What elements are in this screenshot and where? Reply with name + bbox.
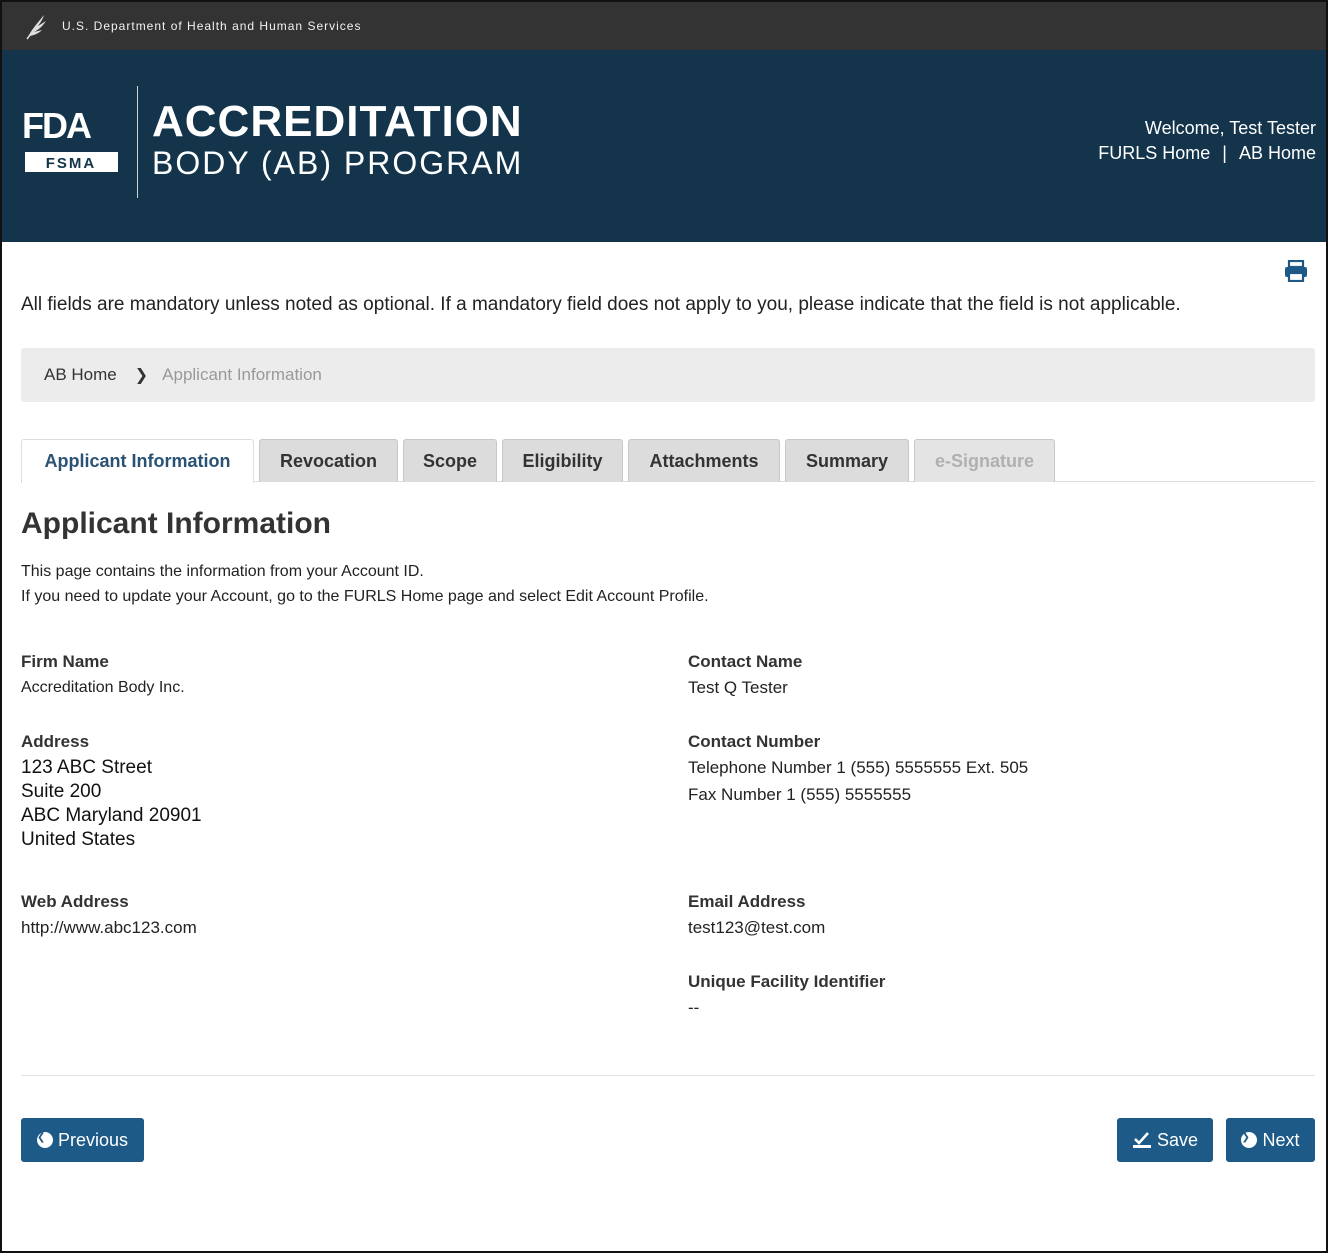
tab-e-signature: e-Signature (914, 439, 1055, 482)
contact-number-label: Contact Number (688, 732, 821, 751)
page-description: This page contains the information from … (21, 559, 709, 609)
tab-scope[interactable]: Scope (403, 439, 497, 482)
hhs-eagle-icon (26, 15, 46, 40)
application-tabs: Applicant Information Revocation Scope E… (21, 439, 1315, 483)
program-banner: FDA FSMA ACCREDITATION BODY (AB) PROGRAM… (2, 50, 1326, 242)
furls-home-link[interactable]: FURLS Home (1098, 143, 1210, 163)
unique-facility-identifier-label: Unique Facility Identifier (688, 972, 886, 991)
circle-chevron-right-icon: ❯ (1241, 1132, 1258, 1148)
next-button-label: Next (1262, 1129, 1300, 1150)
department-name: U.S. Department of Health and Human Serv… (62, 19, 362, 33)
print-icon[interactable] (1284, 260, 1308, 282)
fax-value: Fax Number 1 (555) 5555555 (688, 785, 912, 804)
previous-button[interactable]: ❮ Previous (21, 1118, 144, 1162)
header-links: FURLS Home | AB Home (1098, 141, 1316, 166)
tab-eligibility[interactable]: Eligibility (502, 439, 623, 482)
logo-fda-text: FDA (22, 106, 92, 146)
previous-button-label: Previous (57, 1129, 129, 1150)
breadcrumb-current: Applicant Information (162, 365, 322, 384)
email-address-label: Email Address (688, 892, 806, 911)
welcome-message: Welcome, Test Tester (1144, 118, 1316, 138)
web-address-value: http://www.abc123.com (21, 918, 197, 937)
telephone-value: Telephone Number 1 (555) 5555555 Ext. 50… (688, 758, 1029, 777)
save-button-label: Save (1156, 1129, 1199, 1150)
tab-summary[interactable]: Summary (785, 439, 909, 482)
tab-applicant-information[interactable]: Applicant Information (21, 439, 254, 483)
description-line-1: This page contains the information from … (21, 563, 424, 580)
next-button[interactable]: ❯ Next (1226, 1118, 1315, 1162)
circle-chevron-left-icon: ❮ (36, 1132, 53, 1148)
save-button[interactable]: Save (1117, 1118, 1213, 1162)
address-line: 123 ABC Street (21, 757, 152, 778)
program-title-line2: BODY (AB) PROGRAM (152, 145, 524, 181)
fda-fsma-logo: FDA FSMA (22, 106, 118, 172)
web-address-label: Web Address (21, 892, 129, 911)
program-title-line1: ACCREDITATION (152, 97, 523, 146)
unique-facility-identifier-value: -- (688, 998, 700, 1017)
logo-fsma-text: FSMA (46, 155, 97, 172)
address-value: 123 ABC Street Suite 200 ABC Maryland 20… (21, 756, 202, 852)
address-label: Address (21, 732, 90, 751)
address-line: Suite 200 (21, 781, 102, 802)
header-link-separator: | (1222, 143, 1227, 163)
firm-name-label: Firm Name (21, 652, 109, 671)
tab-revocation[interactable]: Revocation (259, 439, 398, 482)
banner-divider (137, 86, 138, 198)
ab-home-link[interactable]: AB Home (1239, 143, 1316, 163)
chevron-right-icon: ❯ (134, 367, 149, 384)
address-line: United States (21, 829, 136, 850)
hhs-top-bar: U.S. Department of Health and Human Serv… (2, 2, 1326, 50)
description-line-2: If you need to update your Account, go t… (21, 588, 709, 605)
check-save-icon (1132, 1132, 1151, 1148)
breadcrumb: AB Home ❯ Applicant Information (21, 348, 1315, 402)
email-address-value: test123@test.com (688, 918, 826, 937)
page-title: Applicant Information (21, 507, 331, 540)
address-line: ABC Maryland 20901 (21, 805, 202, 826)
breadcrumb-ab-home[interactable]: AB Home (44, 365, 117, 385)
tab-attachments[interactable]: Attachments (628, 439, 780, 482)
contact-name-value: Test Q Tester (688, 678, 788, 697)
section-divider (21, 1075, 1315, 1076)
contact-name-label: Contact Name (688, 652, 803, 671)
mandatory-fields-note: All fields are mandatory unless noted as… (21, 294, 1181, 315)
firm-name-value: Accreditation Body Inc. (21, 679, 185, 696)
